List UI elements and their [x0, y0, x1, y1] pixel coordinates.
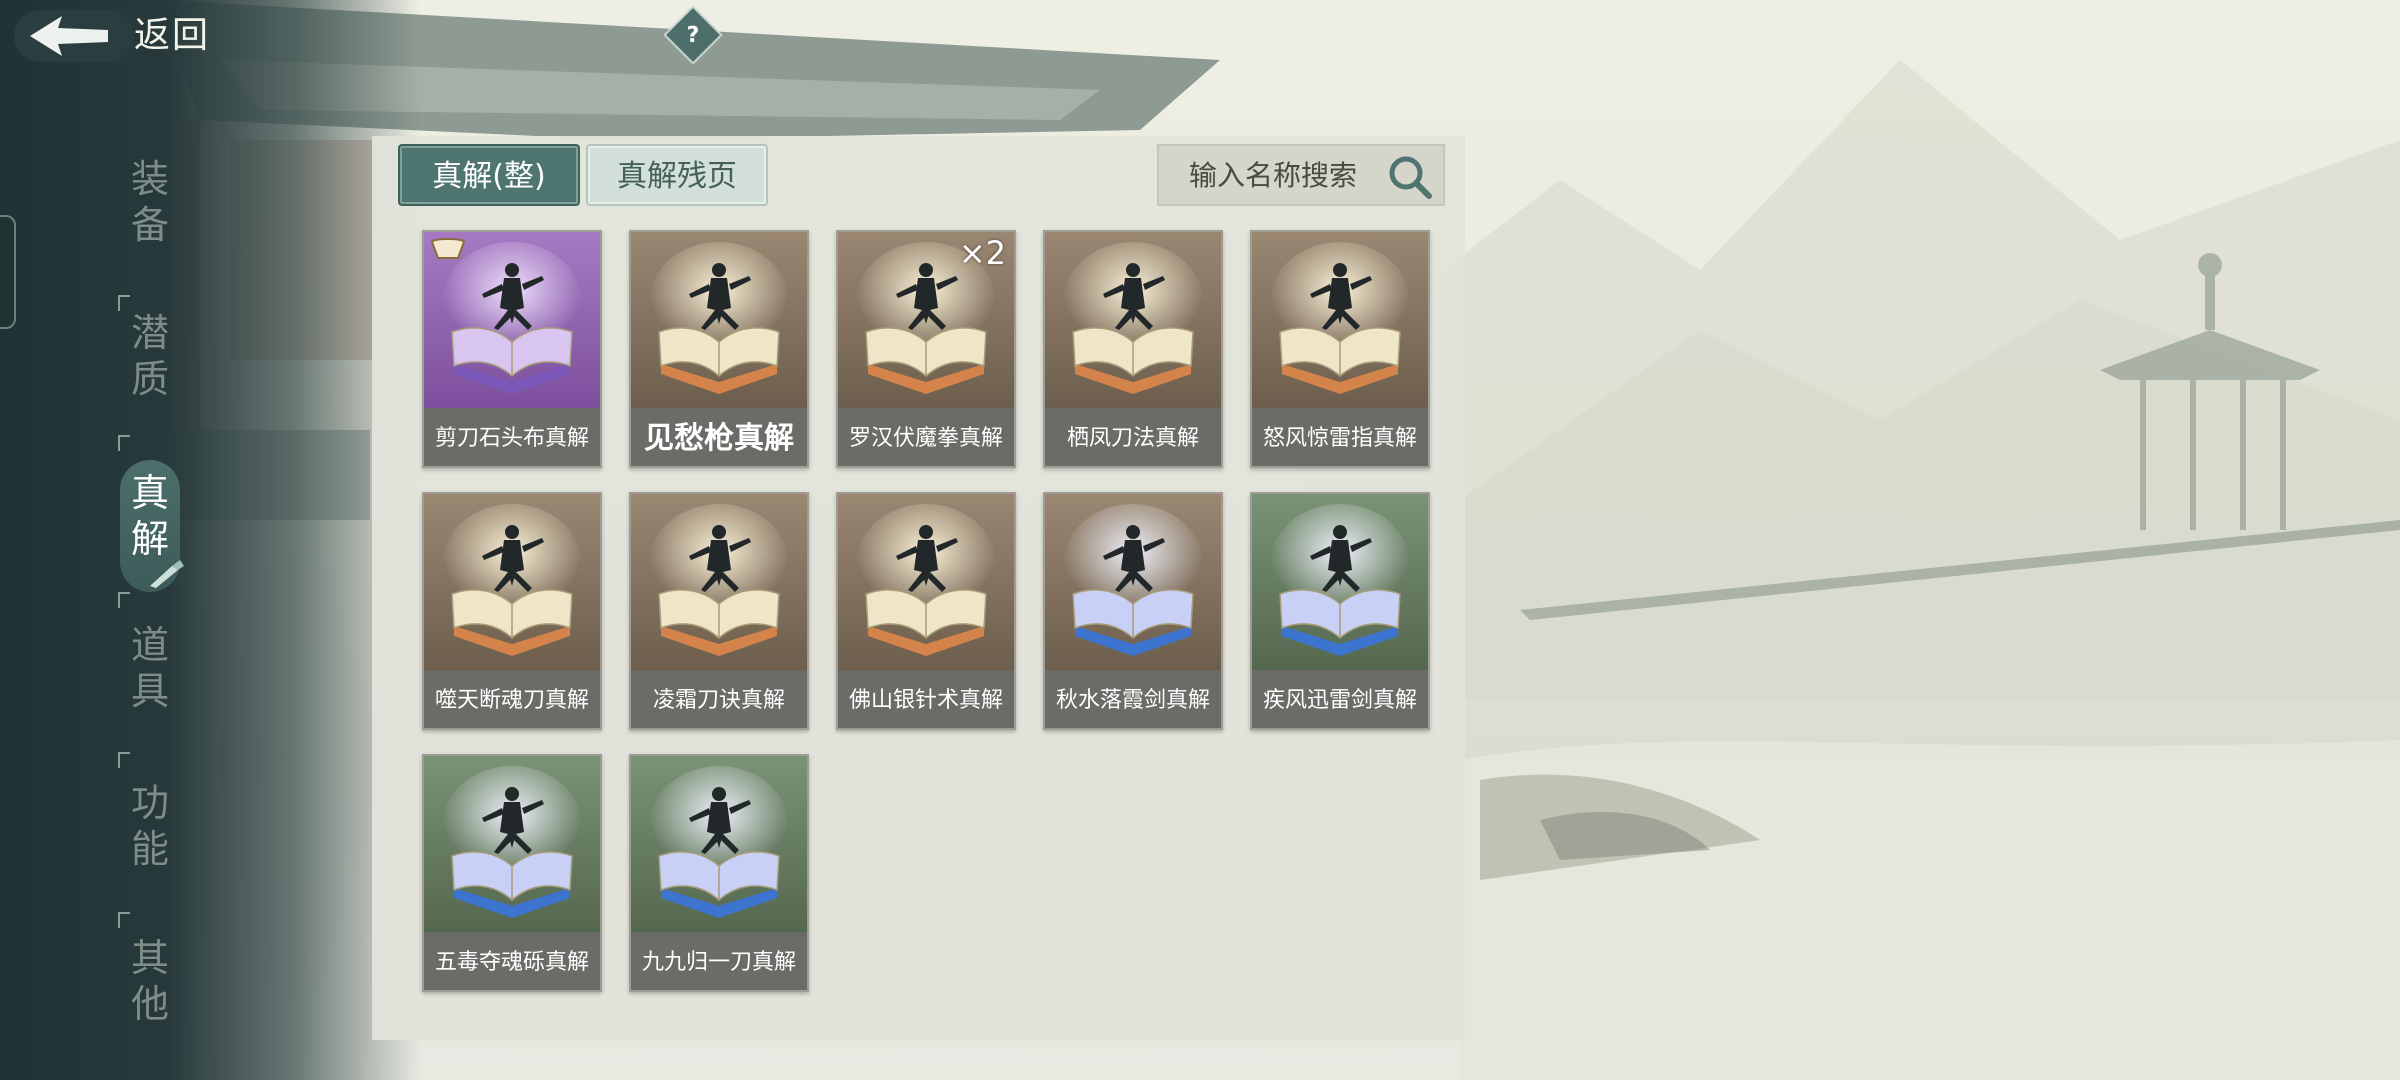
help-icon-glyph: ? [686, 22, 700, 48]
manual-card[interactable]: 凌霜刀诀真解 [629, 492, 809, 730]
sidebar-item-label: 潜质 [130, 311, 169, 401]
tab-full-manual[interactable]: 真解(整) [398, 144, 580, 206]
search-input[interactable] [1187, 157, 1411, 193]
sidebar-item-other[interactable]: 其他 [120, 935, 180, 1027]
manual-name-label: 剪刀石头布真解 [424, 412, 600, 466]
manual-name-label: 凌霜刀诀真解 [631, 674, 807, 728]
manual-book-icon [631, 232, 807, 408]
manual-name-label: 噬天断魂刀真解 [424, 674, 600, 728]
manual-card[interactable]: ×2 罗汉伏魔拳真解 [836, 230, 1016, 468]
sidebar-item-equipment[interactable]: 装备 [120, 156, 180, 248]
manual-name-label: 秋水落霞剑真解 [1045, 674, 1221, 728]
sidebar-divider [118, 912, 130, 928]
sidebar-item-label: 其他 [130, 936, 169, 1026]
tab-manual-fragments[interactable]: 真解残页 [586, 144, 768, 206]
manual-card[interactable]: 剪刀石头布真解 [422, 230, 602, 468]
manual-name-label: 佛山银针术真解 [838, 674, 1014, 728]
inventory-panel: 真解(整) 真解残页 剪刀石头布真解见愁枪真解 ×2 罗汉伏魔拳真解栖凤刀法真解怒风… [372, 136, 1465, 1040]
sidebar-divider [118, 295, 130, 311]
manual-card[interactable]: 栖凤刀法真解 [1043, 230, 1223, 468]
search-box [1157, 144, 1445, 206]
manual-name-label: 栖凤刀法真解 [1045, 412, 1221, 466]
manual-card[interactable]: 怒风惊雷指真解 [1250, 230, 1430, 468]
sidebar-divider [118, 752, 130, 768]
manual-name-label: 五毒夺魂砾真解 [424, 936, 600, 990]
manual-name-label: 疾风迅雷剑真解 [1252, 674, 1428, 728]
sidebar-divider [118, 435, 130, 451]
manual-book-icon [631, 756, 807, 932]
manual-book-icon [631, 494, 807, 670]
sidebar-item-label: 装备 [130, 157, 169, 247]
manual-card[interactable]: 见愁枪真解 [629, 230, 809, 468]
manual-name-label: 九九归一刀真解 [631, 936, 807, 990]
manual-card[interactable]: 秋水落霞剑真解 [1043, 492, 1223, 730]
sidebar-item-function[interactable]: 功能 [120, 780, 180, 872]
manual-book-icon [424, 494, 600, 670]
manual-book-icon [838, 494, 1014, 670]
sidebar-item-true-solution[interactable]: 真解 [120, 460, 184, 592]
sidebar-hook-ornament [0, 215, 16, 329]
manual-card[interactable]: 疾风迅雷剑真解 [1250, 492, 1430, 730]
manual-book-icon [1252, 232, 1428, 408]
sidebar-item-label: 真解 [130, 471, 169, 561]
sidebar-item-items[interactable]: 道具 [120, 622, 180, 714]
sidebar-item-potential[interactable]: 潜质 [120, 310, 180, 402]
sidebar-item-label: 功能 [130, 781, 169, 871]
manual-book-icon [1045, 494, 1221, 670]
manual-book-icon [1045, 232, 1221, 408]
manual-card[interactable]: 九九归一刀真解 [629, 754, 809, 992]
manual-card[interactable]: 噬天断魂刀真解 [422, 492, 602, 730]
left-shade-overlay [0, 0, 420, 1080]
quantity-badge: ×2 [958, 234, 1006, 272]
manual-card[interactable]: 五毒夺魂砾真解 [422, 754, 602, 992]
brush-icon [150, 560, 184, 588]
search-icon[interactable] [1387, 154, 1433, 200]
manual-book-icon [1252, 494, 1428, 670]
manual-name-label: 怒风惊雷指真解 [1252, 412, 1428, 466]
manual-name-label: 见愁枪真解 [631, 412, 807, 466]
category-sidebar: 装备 潜质 真解 道具 功能 其他 [0, 0, 200, 1080]
sidebar-divider [118, 592, 130, 608]
manual-card[interactable]: 佛山银针术真解 [836, 492, 1016, 730]
sidebar-item-label: 道具 [130, 623, 169, 713]
bound-badge-icon [428, 236, 468, 262]
manual-book-icon [424, 756, 600, 932]
manual-name-label: 罗汉伏魔拳真解 [838, 412, 1014, 466]
